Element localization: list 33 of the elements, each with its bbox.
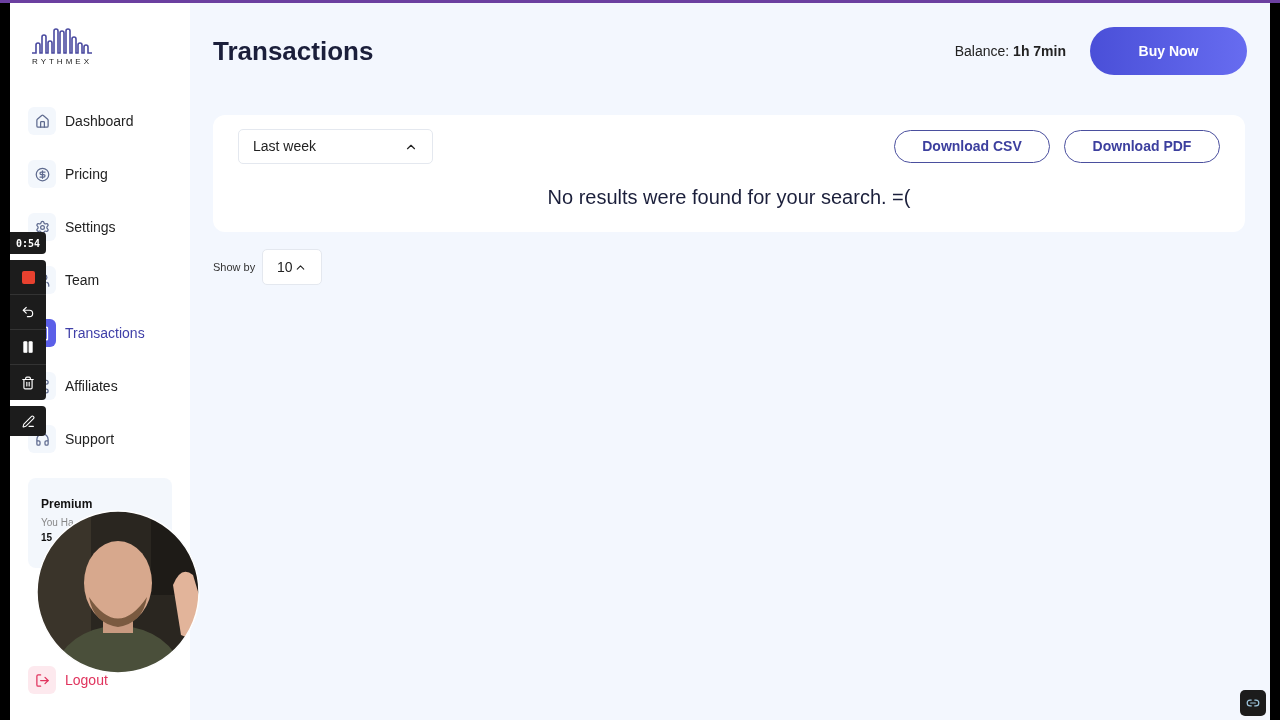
link-icon [1246, 696, 1260, 710]
sidebar-item[interactable]: Dashboard [65, 110, 134, 132]
sidebar-item[interactable]: Settings [65, 216, 116, 238]
sidebar-item[interactable]: Team [65, 269, 100, 291]
sidebar-item[interactable]: Transactions [65, 322, 145, 344]
pause-icon [21, 340, 35, 354]
draw-button[interactable] [10, 406, 46, 436]
plan-text: You Ha [41, 516, 75, 530]
period-dropdown[interactable]: Last week [238, 129, 433, 164]
buy-now-button[interactable]: Buy Now [1090, 27, 1247, 75]
plan-title: Premium [41, 496, 94, 513]
settings-icon [34, 219, 50, 235]
logo-text: RYTHMEX [32, 56, 92, 68]
logout-icon [34, 672, 50, 688]
plan-value: 15 [41, 531, 54, 545]
dollar-icon [34, 166, 50, 182]
page-title: Transactions [213, 34, 374, 68]
home-icon [34, 113, 50, 129]
sidebar-item[interactable]: Support [65, 428, 115, 450]
logo-wave-icon [31, 26, 93, 54]
balance-text: Balance: 1h 7min [954, 41, 1066, 61]
undo-icon [21, 305, 35, 319]
trash-icon [21, 375, 35, 390]
sidebar-item[interactable]: Pricing [65, 163, 108, 185]
show-by-label: Show by [213, 259, 256, 275]
recording-timer: 0:54 [10, 232, 46, 254]
empty-message: No results were found for your search. =( [546, 185, 912, 210]
link-button[interactable] [1240, 690, 1266, 716]
page-size-dropdown[interactable]: 10 [262, 249, 323, 285]
sidebar-item[interactable]: Affiliates [65, 375, 118, 397]
logout-link[interactable]: Logout [65, 669, 108, 691]
stop-icon [21, 270, 35, 284]
pen-icon [21, 414, 35, 428]
